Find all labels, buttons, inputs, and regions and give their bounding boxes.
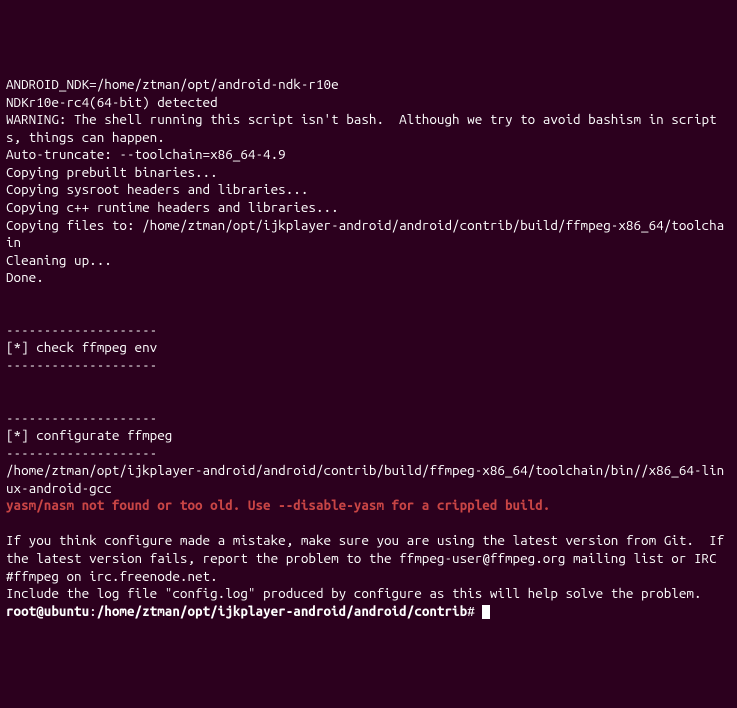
output-line: [*] configurate ffmpeg <box>6 427 731 445</box>
output-line-empty <box>6 287 731 305</box>
output-line: WARNING: The shell running this script i… <box>6 111 731 146</box>
output-line: -------------------- <box>6 445 731 463</box>
prompt-line[interactable]: root@ubuntu:/home/ztman/opt/ijkplayer-an… <box>6 603 490 619</box>
output-line-empty <box>6 392 731 410</box>
output-line: /home/ztman/opt/ijkplayer-android/androi… <box>6 462 731 497</box>
output-line: Done. <box>6 269 731 287</box>
output-line: ANDROID_NDK=/home/ztman/opt/android-ndk-… <box>6 76 731 94</box>
output-line: Copying prebuilt binaries... <box>6 164 731 182</box>
output-line: Include the log file "config.log" produc… <box>6 585 731 603</box>
output-line: Copying sysroot headers and libraries... <box>6 181 731 199</box>
output-line: -------------------- <box>6 322 731 340</box>
prompt-path: /home/ztman/opt/ijkplayer-android/androi… <box>97 603 467 619</box>
output-line: Copying files to: /home/ztman/opt/ijkpla… <box>6 217 731 252</box>
output-line-empty <box>6 304 731 322</box>
output-line: NDKr10e-rc4(64-bit) detected <box>6 94 731 112</box>
error-line: yasm/nasm not found or too old. Use --di… <box>6 497 731 515</box>
output-line: If you think configure made a mistake, m… <box>6 532 731 585</box>
output-line: Auto-truncate: --toolchain=x86_64-4.9 <box>6 146 731 164</box>
prompt-symbol: # <box>467 603 475 619</box>
cursor-icon <box>482 605 490 619</box>
prompt-separator: : <box>89 603 97 619</box>
output-line-empty <box>6 374 731 392</box>
output-line-empty <box>6 515 731 533</box>
terminal-output: ANDROID_NDK=/home/ztman/opt/android-ndk-… <box>6 76 731 620</box>
output-line: [*] check ffmpeg env <box>6 339 731 357</box>
output-line: -------------------- <box>6 410 731 428</box>
output-line: Cleaning up... <box>6 252 731 270</box>
output-line: -------------------- <box>6 357 731 375</box>
output-line: Copying c++ runtime headers and librarie… <box>6 199 731 217</box>
prompt-user-host: root@ubuntu <box>6 603 89 619</box>
